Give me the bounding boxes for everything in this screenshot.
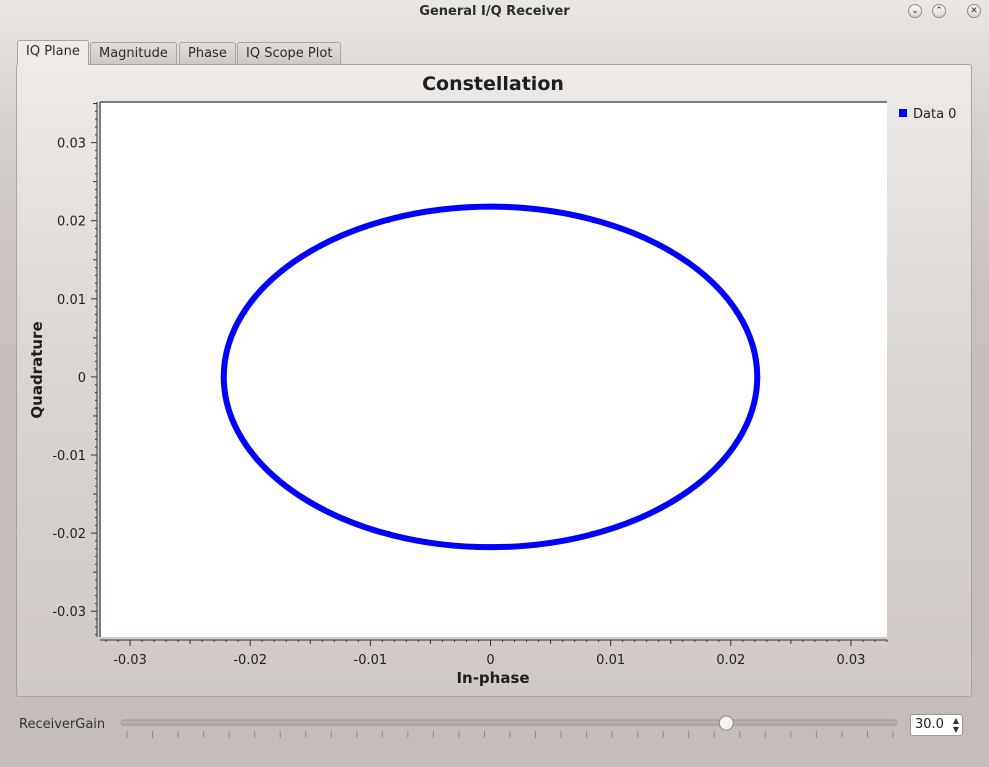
y-axis-label: Quadrature — [28, 321, 46, 418]
data-point — [733, 309, 740, 316]
data-point — [676, 253, 683, 260]
data-point — [220, 373, 227, 380]
data-point — [487, 203, 494, 210]
constellation-chart: Constellation 0.030.020.010-0.01-0.02-0.… — [28, 73, 956, 687]
x-tick-label: -0.01 — [354, 653, 388, 668]
data-point — [385, 530, 392, 537]
y-tick-label: 0.02 — [57, 215, 86, 230]
receiver-gain-label: ReceiverGain — [19, 717, 106, 732]
tab-iq-plane[interactable]: IQ Plane — [17, 40, 89, 65]
data-point — [487, 544, 494, 551]
x-tick-label: -0.03 — [113, 653, 147, 668]
x-axis: -0.03 -0.02 -0.01 0 0.01 0.02 0.03 — [100, 639, 888, 668]
legend-swatch — [899, 109, 907, 117]
y-tick-label: 0.03 — [57, 137, 86, 152]
y-axis: 0.03 0.02 0.01 0 -0.01 -0.02 -0.03 — [52, 102, 98, 637]
x-tick-label: -0.02 — [233, 653, 267, 668]
data-point — [754, 373, 761, 380]
data-point — [589, 216, 596, 223]
data-point — [385, 216, 392, 223]
spin-arrows-icon[interactable]: ▲ ▼ — [953, 716, 959, 734]
x-tick-label: 0.03 — [836, 653, 865, 668]
y-tick-label: 0 — [78, 371, 86, 386]
plot-area — [100, 102, 887, 637]
y-tick-label: 0.01 — [57, 293, 86, 308]
data-point — [241, 309, 248, 316]
receiver-gain-value: 30.0 — [915, 717, 944, 732]
x-axis-label: In-phase — [456, 669, 529, 687]
receiver-gain-spinbox[interactable]: 30.0 ▲ ▼ — [910, 714, 963, 736]
x-tick-label: 0.01 — [596, 653, 625, 668]
legend: Data 0 — [899, 107, 956, 122]
data-point — [298, 253, 305, 260]
data-point — [733, 438, 740, 445]
y-tick-label: -0.01 — [52, 449, 86, 464]
data-point — [676, 494, 683, 501]
x-tick-label: 0.02 — [716, 653, 745, 668]
y-tick-label: -0.03 — [52, 605, 86, 620]
legend-entry: Data 0 — [913, 107, 956, 122]
y-tick-label: -0.02 — [52, 527, 86, 542]
data-point — [589, 530, 596, 537]
chart-title: Constellation — [422, 73, 564, 95]
x-tick-label: 0 — [486, 653, 494, 668]
data-point — [241, 438, 248, 445]
data-point — [298, 494, 305, 501]
